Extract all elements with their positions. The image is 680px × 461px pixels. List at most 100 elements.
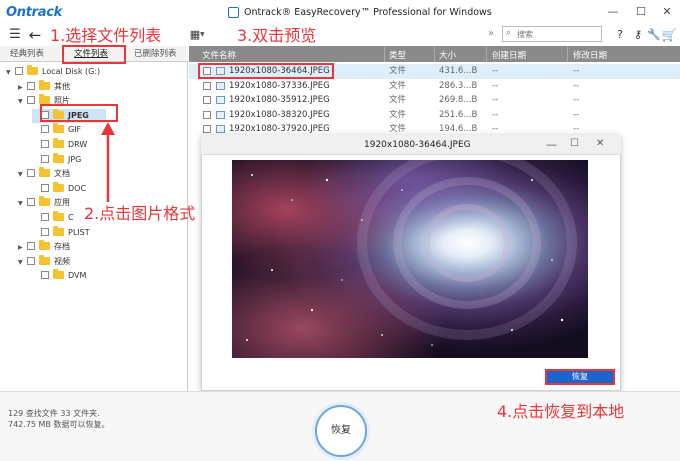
file-name: 1920x1080-38320.JPEG (229, 109, 330, 120)
minimize-button[interactable]: — (604, 4, 622, 20)
caret-icon[interactable]: ▼ (6, 66, 15, 80)
file-size: 286.3...B (439, 80, 478, 91)
tree-item[interactable]: C (32, 211, 74, 226)
tree-item[interactable]: DRW (32, 138, 87, 153)
tree-item-label: DRW (68, 140, 88, 149)
hamburger-icon[interactable]: ☰ (6, 25, 24, 45)
tree-item-label: 文档 (54, 169, 70, 179)
double-chevron-icon[interactable]: » (488, 28, 494, 39)
caret-icon[interactable]: ▼ (18, 256, 27, 270)
table-row[interactable]: 1920x1080-37336.JPEG 文件 286.3...B -- -- (189, 79, 680, 94)
column-created[interactable]: 创建日期 (492, 49, 526, 61)
folder-icon (39, 167, 50, 178)
preview-close-button[interactable]: ✕ (596, 138, 604, 149)
tree-item-label: DOC (68, 183, 87, 193)
tree-checkbox[interactable] (41, 227, 49, 236)
close-button[interactable]: ✕ (658, 4, 676, 20)
tree-checkbox[interactable] (41, 271, 49, 280)
file-modified: -- (573, 95, 580, 106)
column-size[interactable]: 大小 (439, 49, 456, 61)
table-row[interactable]: 1920x1080-38320.JPEG 文件 251.6...B -- -- (189, 108, 680, 123)
tree-item[interactable]: JPG (32, 152, 81, 168)
column-divider (434, 46, 435, 62)
folder-icon (39, 254, 50, 265)
tree-item[interactable]: DOC (32, 181, 87, 197)
tree-checkbox[interactable] (41, 154, 49, 163)
annotation-arrow-icon (101, 122, 115, 202)
file-checkbox[interactable] (203, 81, 211, 90)
app-icon (228, 7, 239, 18)
tree-item[interactable]: ▶ 其他 (18, 79, 70, 95)
column-type[interactable]: 类型 (389, 49, 406, 61)
folder-icon (27, 65, 38, 75)
file-type: 文件 (389, 80, 407, 91)
recover-button[interactable]: 恢复 (315, 405, 367, 457)
file-size: 251.6...B (439, 109, 478, 120)
preview-maximize-button[interactable]: ☐ (570, 138, 579, 149)
tree-item[interactable]: ▼ 视频 (18, 254, 70, 270)
file-checkbox[interactable] (203, 125, 211, 134)
file-created: -- (492, 109, 499, 120)
tree-item[interactable]: ▼ 应用 (18, 196, 70, 211)
caret-icon[interactable]: ▼ (18, 95, 27, 109)
preview-minimize-button[interactable]: — (546, 138, 557, 151)
file-type: 文件 (389, 109, 407, 120)
file-created: -- (492, 95, 499, 106)
tree-checkbox[interactable] (41, 183, 49, 192)
tab-deleted-list[interactable]: 已删除列表 (134, 47, 177, 59)
tree-item[interactable]: DVM (32, 269, 86, 284)
tree-checkbox[interactable] (27, 96, 35, 105)
back-arrow-icon[interactable]: ← (26, 25, 44, 45)
tree-checkbox[interactable] (41, 140, 49, 148)
caret-icon[interactable]: ▼ (18, 168, 27, 182)
tree-checkbox[interactable] (27, 256, 35, 265)
search-input[interactable] (503, 27, 585, 41)
help-icon[interactable]: ? (611, 25, 629, 45)
tree-item[interactable]: GIF (32, 123, 81, 138)
tree-item[interactable]: ▶ 存档 (18, 240, 70, 255)
file-size: 431.6...B (439, 66, 478, 76)
image-file-icon (216, 81, 225, 90)
tree-checkbox[interactable] (27, 81, 35, 90)
annotation-box-recover (545, 369, 615, 385)
preview-image (232, 160, 588, 358)
tree-checkbox[interactable] (41, 125, 49, 134)
folder-icon (53, 211, 64, 221)
tree-checkbox[interactable] (27, 198, 35, 207)
annotation-box-file-list (62, 45, 126, 64)
tree-item[interactable]: ▼ Local Disk (G:) (6, 65, 100, 80)
caret-icon[interactable]: ▼ (18, 197, 27, 211)
tree-checkbox[interactable] (27, 169, 35, 178)
file-created: -- (492, 66, 499, 76)
table-row[interactable]: 1920x1080-35912.JPEG 文件 269.8...B -- -- (189, 93, 680, 108)
column-modified[interactable]: 修改日期 (573, 49, 607, 61)
search-box[interactable]: ⌕ (502, 26, 602, 42)
caret-icon[interactable]: ▶ (18, 241, 27, 255)
folder-icon (39, 79, 50, 90)
chevron-down-icon[interactable]: ▼ (200, 31, 205, 38)
file-modified: -- (573, 109, 580, 120)
file-modified: -- (573, 66, 580, 76)
preview-title: 1920x1080-36464.JPEG (364, 140, 471, 150)
image-file-icon (216, 110, 225, 119)
folder-icon (39, 196, 50, 207)
tree-item[interactable]: PLIST (32, 225, 90, 241)
status-line-2: 742.75 MB 数据可以恢复。 (8, 420, 110, 429)
tree-checkbox[interactable] (15, 67, 23, 75)
file-checkbox[interactable] (203, 110, 211, 119)
ontrack-logo: Ontrack (6, 5, 62, 20)
column-name[interactable]: 文件名称 (202, 49, 236, 61)
cart-icon[interactable]: 🛒 (660, 25, 678, 45)
folder-icon (53, 181, 64, 192)
caret-icon[interactable]: ▶ (18, 81, 27, 95)
maximize-button[interactable]: ☐ (632, 4, 650, 20)
tree-item-label: 其他 (54, 81, 70, 91)
tree-item-label: GIF (68, 125, 82, 135)
tree-checkbox[interactable] (41, 213, 49, 221)
tree-item-label: 应用 (54, 198, 70, 208)
file-name: 1920x1080-37336.JPEG (229, 80, 330, 91)
file-checkbox[interactable] (203, 96, 211, 105)
tab-classic-list[interactable]: 经典列表 (10, 47, 44, 59)
tree-item[interactable]: ▼ 文档 (18, 167, 70, 182)
tree-checkbox[interactable] (27, 242, 35, 251)
